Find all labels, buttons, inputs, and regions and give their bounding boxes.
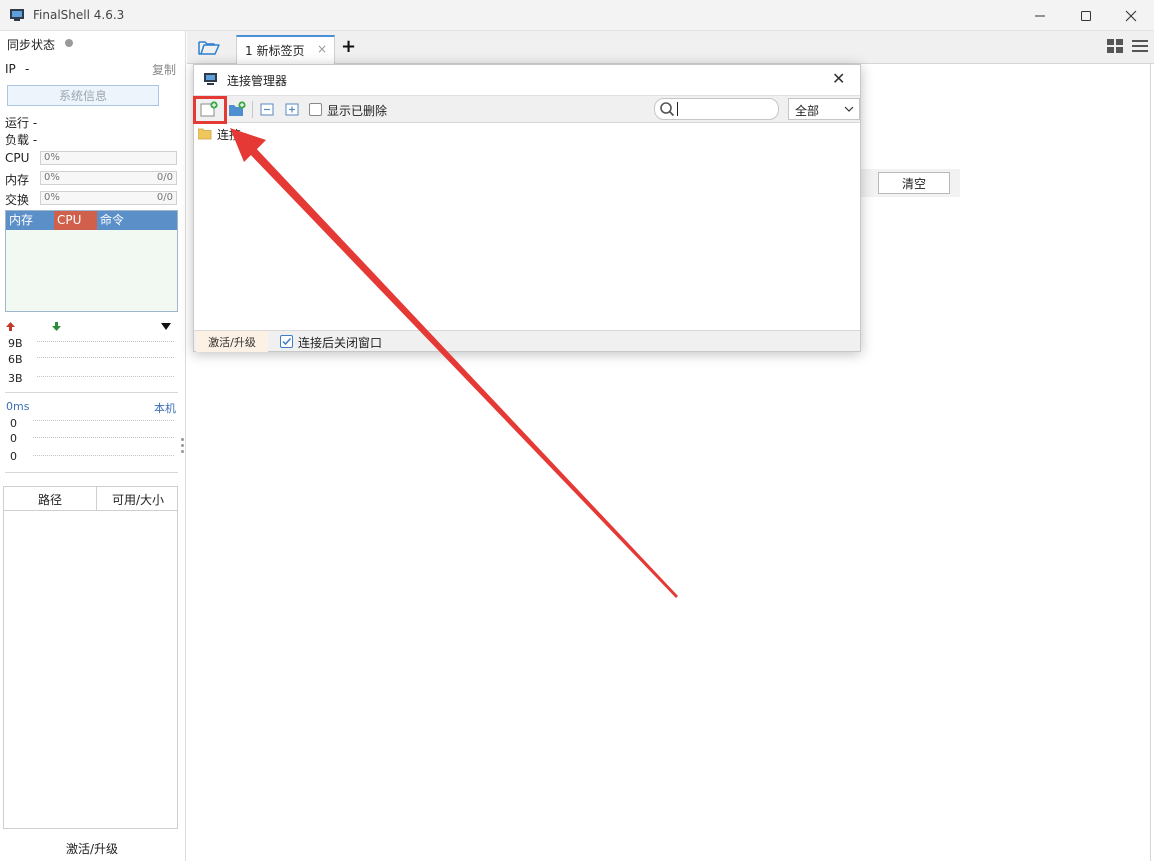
connection-tree[interactable]: 连接 [194,124,860,330]
chevron-down-icon [844,106,854,112]
proc-header-memory[interactable]: 内存 [6,211,54,230]
ping-gridline [33,455,174,456]
disk-table[interactable]: 路径 可用/大小 [3,486,178,829]
new-folder-icon[interactable] [228,101,246,118]
net-gridline [37,357,174,358]
ping-gridline [33,420,174,421]
left-activate-link[interactable]: 激活/升级 [66,840,118,857]
tree-item-connections[interactable]: 连接 [194,124,394,144]
clear-button[interactable]: 清空 [878,172,950,194]
dialog-status-bar: 激活/升级 连接后关闭窗口 [194,330,860,352]
proc-header-cpu[interactable]: CPU [54,211,97,230]
dialog-app-icon [204,73,217,85]
search-box[interactable] [654,98,779,120]
close-after-connect-checkbox[interactable] [280,335,293,348]
close-icon [1125,10,1137,21]
upload-arrow-icon [6,322,15,331]
search-input[interactable] [677,101,775,117]
header-divider [96,487,97,511]
close-button[interactable] [1108,0,1154,31]
swap-label: 交换 [5,193,30,207]
tab-label: 1 新标签页 [245,44,305,58]
dialog-toolbar: 显示已删除 全部 [194,95,860,123]
expand-all-icon[interactable] [284,101,302,118]
left-status-panel: 同步状态 IP - 复制 系统信息 运行 - 负载 - CPU 0% 内存 0%… [0,31,186,861]
dialog-close-button[interactable]: ✕ [832,69,845,88]
tab-bar: 1 新标签页 × + [187,31,1154,64]
open-folder-icon[interactable] [198,39,220,56]
filter-select[interactable]: 全部 [788,98,860,120]
search-icon [660,102,675,117]
memory-label: 内存 [5,173,30,187]
memory-value: 0% [44,172,60,183]
swap-meter: 0% 0/0 [40,191,177,205]
cpu-label: CPU [5,151,30,165]
uptime-label: 运行 - [5,116,38,130]
title-bar: FinalShell 4.6.3 [0,0,1154,31]
cpu-value: 0% [44,152,60,163]
ping-value: 0 [10,432,17,445]
connection-manager-dialog: 连接管理器 ✕ 显示已删除 全部 连接 激活/升级 连接后关闭窗口 [193,64,861,352]
memory-meter: 0% 0/0 [40,171,177,185]
tree-item-label: 连接 [217,128,242,142]
net-scale-3b: 3B [8,372,23,385]
maximize-button[interactable] [1063,0,1109,31]
network-dropdown-icon[interactable] [161,323,171,331]
panel-resize-handle[interactable] [181,438,184,454]
dialog-activate-link[interactable]: 激活/升级 [196,331,268,352]
copy-button[interactable]: 复制 [152,61,176,78]
host-label[interactable]: 本机 [154,400,176,416]
process-table-header: 内存 CPU 命令 [6,211,177,230]
divider [5,392,178,393]
divider [5,472,178,473]
annotation-highlight-box [193,96,227,124]
tab-close-button[interactable]: × [317,42,327,56]
collapse-all-icon[interactable] [259,101,277,118]
show-deleted-checkbox[interactable] [309,103,322,116]
window-title: FinalShell 4.6.3 [33,8,125,22]
swap-value: 0% [44,192,60,203]
main-border [1150,64,1151,861]
net-gridline [37,376,174,377]
net-scale-6b: 6B [8,353,23,366]
ping-gridline [33,437,174,438]
ping-value: 0 [10,450,17,463]
proc-header-command[interactable]: 命令 [97,211,177,230]
load-label: 负载 - [5,133,38,147]
ip-value: - [25,62,30,76]
net-gridline [37,341,174,342]
minimize-button[interactable] [1017,0,1063,31]
swap-total: 0/0 [156,192,173,203]
menu-icon[interactable] [1132,39,1148,54]
filter-value: 全部 [795,104,820,118]
folder-icon [198,128,212,140]
tab-new-tab[interactable]: 1 新标签页 × [236,35,335,64]
download-arrow-icon [52,322,61,331]
text-caret [677,102,678,116]
add-tab-button[interactable]: + [341,36,356,57]
checkmark-icon [282,337,292,346]
toolbar-separator [252,101,253,118]
net-scale-9b: 9B [8,337,23,350]
disk-header-size[interactable]: 可用/大小 [112,491,164,508]
memory-total: 0/0 [156,172,173,183]
ping-value: 0 [10,417,17,430]
maximize-icon [1081,10,1091,21]
ping-label: 0ms [6,400,30,413]
sync-status-label: 同步状态 [7,38,56,52]
app-icon [10,9,24,21]
grid-view-icon[interactable] [1107,39,1124,54]
ip-label: IP [5,62,16,76]
cpu-meter: 0% [40,151,177,165]
system-info-button[interactable]: 系统信息 [7,85,159,106]
process-table[interactable]: 内存 CPU 命令 [5,210,178,312]
dialog-title-bar[interactable]: 连接管理器 ✕ [194,65,860,95]
dialog-title: 连接管理器 [227,74,288,88]
show-deleted-label[interactable]: 显示已删除 [327,102,387,119]
disk-header-path[interactable]: 路径 [38,491,62,508]
close-after-connect-label[interactable]: 连接后关闭窗口 [298,334,382,351]
sync-status-dot-icon [65,39,73,47]
disk-table-header: 路径 可用/大小 [4,487,177,511]
minimize-icon [1035,15,1045,16]
